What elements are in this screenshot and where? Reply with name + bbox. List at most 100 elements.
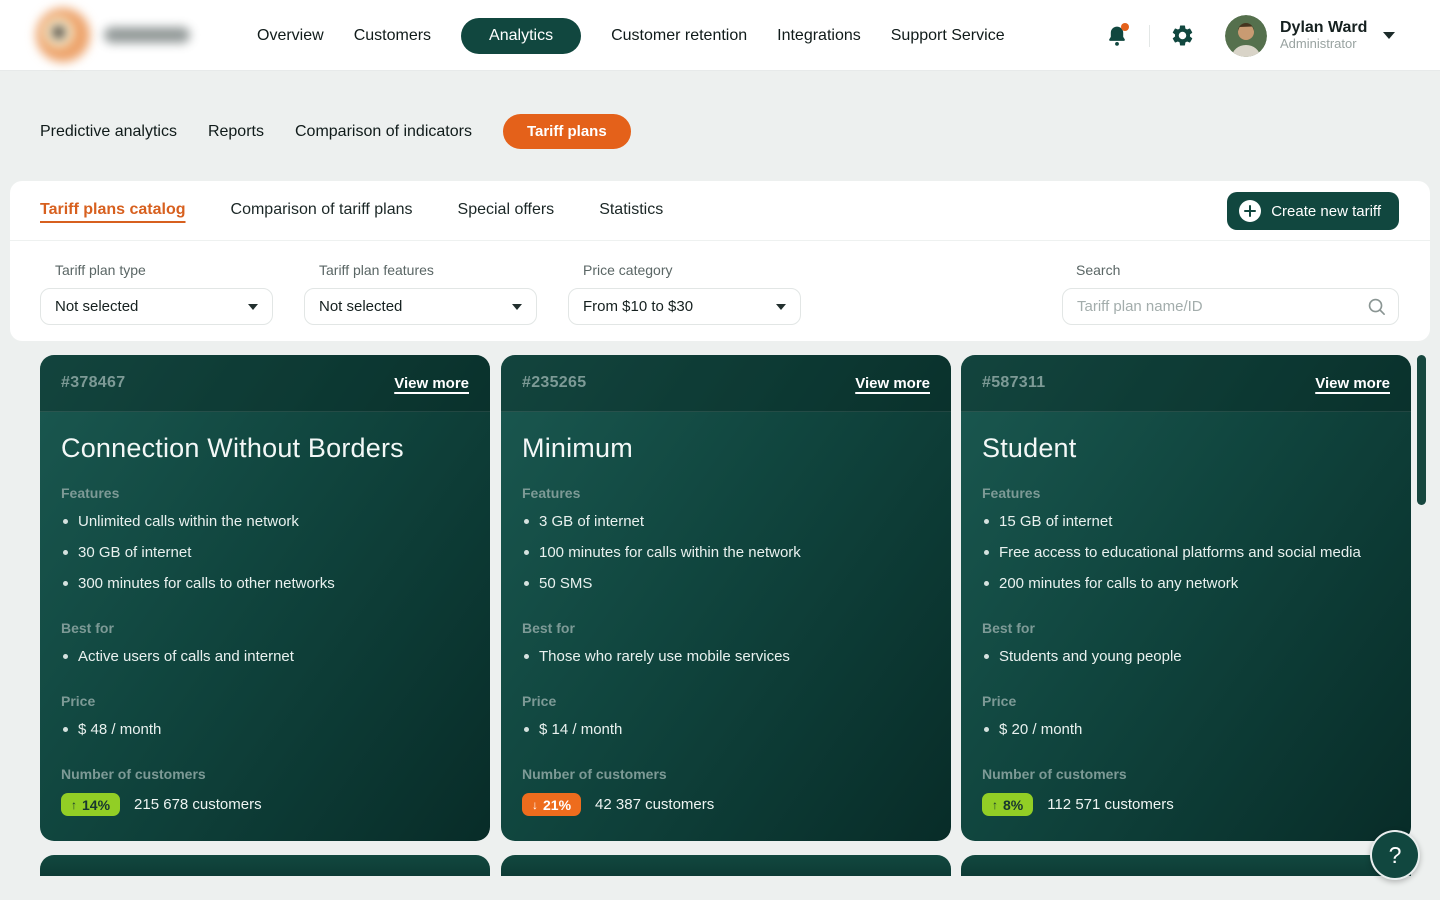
price-category-value: From $10 to $30 [583, 298, 693, 315]
customers-count: 215 678 customers [134, 796, 262, 813]
feature-item: Unlimited calls within the network [61, 506, 469, 537]
nav-item-analytics-active[interactable]: Analytics [461, 18, 581, 54]
subnav-item-reports[interactable]: Reports [208, 123, 264, 141]
help-button[interactable]: ? [1370, 830, 1420, 880]
best-for-item: Students and young people [982, 641, 1390, 672]
question-icon: ? [1389, 842, 1402, 869]
tariff-card-body: Student Features 15 GB of internet Free … [961, 433, 1411, 816]
customers-row: ↑ 8% 112 571 customers [982, 793, 1390, 816]
tariff-title: Minimum [522, 433, 930, 464]
price-label: Price [522, 693, 930, 709]
price-list: $ 48 / month [61, 714, 469, 745]
feature-item: 30 GB of internet [61, 537, 469, 568]
tariff-plan-type-dropdown[interactable]: Not selected [40, 288, 273, 325]
customers-row: ↓ 21% 42 387 customers [522, 793, 930, 816]
tariff-card: #235265 View more Minimum Features 3 GB … [501, 355, 951, 841]
tariff-card-header: #587311 View more [961, 355, 1411, 412]
best-for-label: Best for [982, 620, 1390, 636]
tariff-id: #587311 [982, 374, 1046, 392]
view-more-link[interactable]: View more [1315, 375, 1390, 392]
user-name: Dylan Ward [1280, 19, 1367, 37]
customers-label: Number of customers [522, 766, 930, 782]
notifications-button[interactable] [1104, 23, 1130, 49]
customers-count: 42 387 customers [595, 796, 714, 813]
panel-divider [10, 240, 1430, 241]
best-for-list: Active users of calls and internet [61, 641, 469, 672]
user-menu[interactable]: Dylan Ward Administrator [1280, 19, 1367, 52]
filter-label-price-category: Price category [583, 262, 672, 278]
user-avatar[interactable] [1225, 15, 1267, 57]
tariff-card-partial [961, 855, 1411, 876]
price-list: $ 14 / month [522, 714, 930, 745]
search-input[interactable] [1062, 288, 1399, 325]
topnav-right-cluster: Dylan Ward Administrator [1104, 0, 1395, 71]
features-list: 3 GB of internet 100 minutes for calls w… [522, 506, 930, 599]
tariff-card-partial [40, 855, 490, 876]
tariff-id: #235265 [522, 374, 586, 392]
tab-statistics[interactable]: Statistics [599, 201, 663, 219]
trend-badge-up: ↑ 14% [61, 793, 120, 816]
trend-badge-down: ↓ 21% [522, 793, 581, 816]
customers-label: Number of customers [982, 766, 1390, 782]
price-item: $ 20 / month [982, 714, 1390, 745]
tariff-plan-type-value: Not selected [55, 298, 138, 315]
avatar-photo [1225, 15, 1267, 57]
nav-item-overview[interactable]: Overview [257, 27, 324, 45]
price-list: $ 20 / month [982, 714, 1390, 745]
feature-item: Free access to educational platforms and… [982, 537, 1390, 568]
feature-item: 15 GB of internet [982, 506, 1390, 537]
best-for-list: Students and young people [982, 641, 1390, 672]
brand-logo-icon [36, 8, 90, 62]
feature-item: 300 minutes for calls to other networks [61, 568, 469, 599]
filter-label-tariff-plan-features: Tariff plan features [319, 262, 434, 278]
tab-comparison-of-tariff-plans[interactable]: Comparison of tariff plans [231, 201, 413, 219]
search-field [1062, 288, 1399, 325]
tab-special-offers[interactable]: Special offers [458, 201, 555, 219]
feature-item: 3 GB of internet [522, 506, 930, 537]
chevron-down-icon[interactable] [1383, 32, 1395, 39]
nav-item-integrations[interactable]: Integrations [777, 27, 861, 45]
tariff-title: Student [982, 433, 1390, 464]
price-item: $ 48 / month [61, 714, 469, 745]
features-list: Unlimited calls within the network 30 GB… [61, 506, 469, 599]
tariff-title: Connection Without Borders [61, 433, 469, 464]
subnav-item-tariff-plans-active[interactable]: Tariff plans [503, 114, 631, 149]
view-more-link[interactable]: View more [394, 375, 469, 392]
nav-item-customer-retention[interactable]: Customer retention [611, 27, 747, 45]
tab-tariff-plans-catalog[interactable]: Tariff plans catalog [40, 201, 186, 219]
main-menu: Overview Customers Analytics Customer re… [257, 0, 1005, 71]
nav-item-customers[interactable]: Customers [354, 27, 431, 45]
features-list: 15 GB of internet Free access to educati… [982, 506, 1390, 599]
view-more-link[interactable]: View more [855, 375, 930, 392]
subnav-item-comparison-of-indicators[interactable]: Comparison of indicators [295, 123, 472, 141]
best-for-label: Best for [61, 620, 469, 636]
tariff-plan-features-dropdown[interactable]: Not selected [304, 288, 537, 325]
feature-item: 50 SMS [522, 568, 930, 599]
tariff-plan-features-value: Not selected [319, 298, 402, 315]
price-item: $ 14 / month [522, 714, 930, 745]
magnifier-icon[interactable] [1366, 296, 1387, 322]
chevron-down-icon [776, 304, 786, 310]
tariff-card-header: #235265 View more [501, 355, 951, 412]
tariff-plans-panel: Tariff plans catalog Comparison of tarif… [10, 181, 1430, 341]
price-label: Price [982, 693, 1390, 709]
gear-icon [1170, 23, 1195, 48]
subnav-item-predictive-analytics[interactable]: Predictive analytics [40, 123, 177, 141]
arrow-down-icon: ↓ [532, 798, 538, 812]
tariff-card-partial [501, 855, 951, 876]
tariff-card-body: Minimum Features 3 GB of internet 100 mi… [501, 433, 951, 816]
customers-count: 112 571 customers [1047, 796, 1173, 813]
price-category-dropdown[interactable]: From $10 to $30 [568, 288, 801, 325]
trend-percent: 14% [82, 797, 110, 813]
nav-item-support-service[interactable]: Support Service [891, 27, 1005, 45]
vertical-scrollbar-thumb[interactable] [1417, 355, 1426, 505]
tariff-card: #587311 View more Student Features 15 GB… [961, 355, 1411, 841]
arrow-up-icon: ↑ [992, 798, 998, 812]
create-new-tariff-button[interactable]: Create new tariff [1227, 192, 1399, 230]
settings-button[interactable] [1169, 23, 1195, 49]
user-role: Administrator [1280, 37, 1367, 52]
best-for-label: Best for [522, 620, 930, 636]
trend-percent: 21% [543, 797, 571, 813]
tariff-id: #378467 [61, 374, 125, 392]
brand-logo[interactable] [36, 8, 190, 62]
